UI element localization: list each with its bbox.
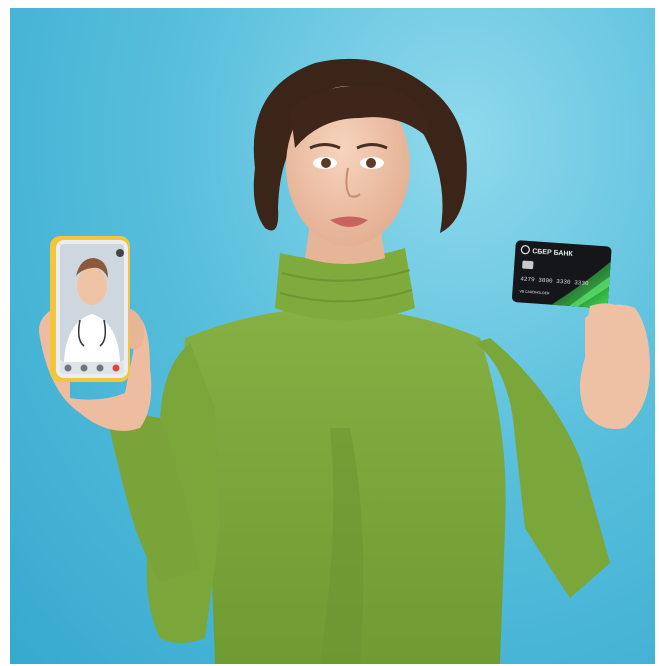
photo-frame: СБЕР БАНК 4279 3800 3330 3330 VB CARDHOL…: [10, 8, 655, 664]
video-icon[interactable]: [96, 364, 104, 372]
right-hand: [580, 304, 650, 429]
bank-card: СБЕР БАНК 4279 3800 3330 3330 VB CARDHOL…: [512, 240, 612, 309]
smartphone: [50, 236, 130, 382]
pause-icon[interactable]: [80, 364, 88, 372]
photo-illustration: СБЕР БАНК 4279 3800 3330 3330 VB CARDHOL…: [39, 58, 650, 664]
card-chip: [522, 260, 534, 270]
end-call-icon[interactable]: [112, 364, 120, 372]
woman: [39, 58, 650, 664]
mute-icon[interactable]: [64, 364, 72, 372]
